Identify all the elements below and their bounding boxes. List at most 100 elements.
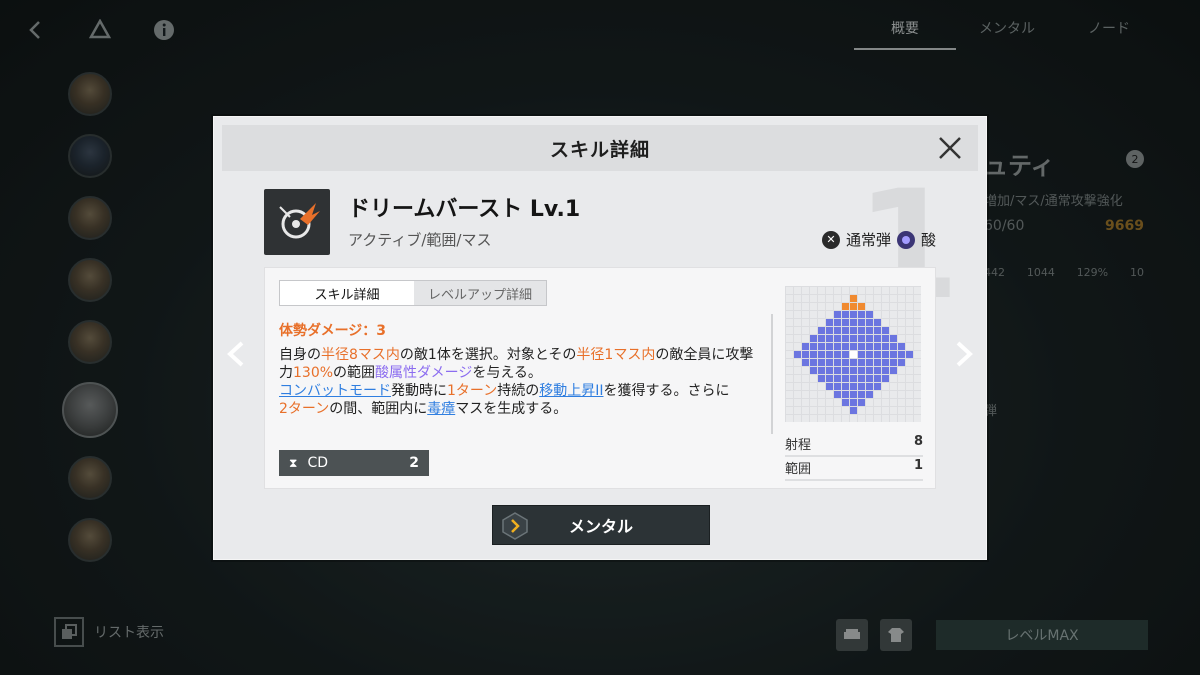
grid-cell — [898, 367, 905, 374]
grid-cell — [842, 391, 849, 398]
grid-cell — [874, 375, 881, 382]
next-skill-arrow[interactable] — [952, 339, 976, 369]
grid-cell — [858, 295, 865, 302]
grid-cell — [866, 343, 873, 350]
grid-cell — [802, 359, 809, 366]
grid-cell — [874, 415, 881, 422]
grid-cell — [890, 295, 897, 302]
detail-subtabs: スキル詳細 レベルアップ詳細 — [279, 280, 548, 306]
grid-cell — [834, 327, 841, 334]
grid-cell — [874, 319, 881, 326]
grid-cell — [826, 295, 833, 302]
grid-cell — [810, 367, 817, 374]
grid-cell — [914, 359, 921, 366]
grid-cell — [906, 415, 913, 422]
combat-mode-link[interactable]: コンバットモード — [279, 383, 391, 399]
grid-cell — [842, 287, 849, 294]
grid-cell — [842, 351, 849, 358]
stat-value: 1 — [913, 458, 923, 473]
grid-cell — [874, 295, 881, 302]
stat-value: 8 — [913, 434, 923, 449]
grid-cell — [826, 303, 833, 310]
grid-cell — [818, 335, 825, 342]
grid-cell — [898, 295, 905, 302]
grid-cell — [858, 303, 865, 310]
grid-cell — [834, 319, 841, 326]
stat-label: 範囲 — [785, 462, 812, 477]
grid-cell — [818, 303, 825, 310]
grid-cell — [914, 327, 921, 334]
grid-cell — [850, 295, 857, 302]
mental-button[interactable]: メンタル — [492, 505, 710, 545]
prev-skill-arrow[interactable] — [224, 339, 248, 369]
grid-cell — [858, 319, 865, 326]
move-up-link[interactable]: 移動上昇II — [539, 383, 603, 399]
grid-cell — [906, 367, 913, 374]
grid-cell — [906, 383, 913, 390]
grid-cell — [906, 399, 913, 406]
grid-cell — [826, 287, 833, 294]
grid-cell — [818, 287, 825, 294]
grid-cell — [786, 295, 793, 302]
grid-cell — [906, 335, 913, 342]
close-icon[interactable] — [936, 134, 964, 162]
grid-cell — [882, 367, 889, 374]
grid-cell — [826, 407, 833, 414]
grid-cell — [874, 367, 881, 374]
grid-cell — [850, 287, 857, 294]
grid-cell — [802, 287, 809, 294]
grid-cell — [818, 295, 825, 302]
desc-text: 自身の — [279, 347, 321, 363]
grid-cell — [794, 367, 801, 374]
tab-skill-detail[interactable]: スキル詳細 — [280, 281, 414, 305]
grid-cell — [882, 415, 889, 422]
grid-cell — [850, 399, 857, 406]
poison-miasma-link[interactable]: 毒瘴 — [427, 401, 455, 417]
grid-cell — [826, 367, 833, 374]
grid-cell — [858, 407, 865, 414]
grid-cell — [826, 311, 833, 318]
grid-cell — [890, 359, 897, 366]
element-attr-label: 酸 — [920, 231, 936, 249]
grid-cell — [818, 359, 825, 366]
grid-cell — [818, 311, 825, 318]
grid-cell — [794, 335, 801, 342]
grid-cell — [810, 311, 817, 318]
grid-cell — [842, 399, 849, 406]
grid-cell — [874, 407, 881, 414]
desc-highlight: 半径8マス内 — [321, 347, 400, 363]
desc-highlight: 130% — [293, 365, 334, 381]
grid-cell — [858, 415, 865, 422]
grid-cell — [898, 327, 905, 334]
skill-type: アクティブ/範囲/マス — [348, 231, 492, 249]
grid-cell — [898, 287, 905, 294]
skill-description: 自身の半径8マス内の敵1体を選択。対象とその半径1マス内の敵全員に攻撃力130%… — [279, 346, 759, 418]
stat-range: 射程 8 — [785, 434, 923, 457]
grid-cell — [866, 367, 873, 374]
desc-highlight: 半径1マス内 — [576, 347, 656, 363]
grid-cell — [850, 343, 857, 350]
element-bullet-label: 通常弾 — [845, 231, 891, 249]
grid-cell — [882, 287, 889, 294]
grid-cell — [810, 303, 817, 310]
grid-cell — [834, 367, 841, 374]
desc-element: 酸属性ダメージ — [375, 365, 473, 381]
grid-cell — [834, 375, 841, 382]
grid-cell — [850, 359, 857, 366]
grid-cell — [842, 303, 849, 310]
grid-cell — [850, 335, 857, 342]
skill-name: ドリームバースト Lv.1 — [348, 197, 581, 222]
grid-cell — [914, 351, 921, 358]
grid-cell — [898, 343, 905, 350]
grid-cell — [858, 343, 865, 350]
grid-cell — [890, 383, 897, 390]
grid-cell — [786, 319, 793, 326]
tab-levelup-detail[interactable]: レベルアップ詳細 — [414, 281, 547, 305]
grid-cell — [834, 359, 841, 366]
grid-cell — [914, 391, 921, 398]
grid-cell — [906, 351, 913, 358]
grid-cell — [882, 327, 889, 334]
grid-cell — [802, 415, 809, 422]
grid-cell — [810, 343, 817, 350]
grid-cell — [786, 343, 793, 350]
